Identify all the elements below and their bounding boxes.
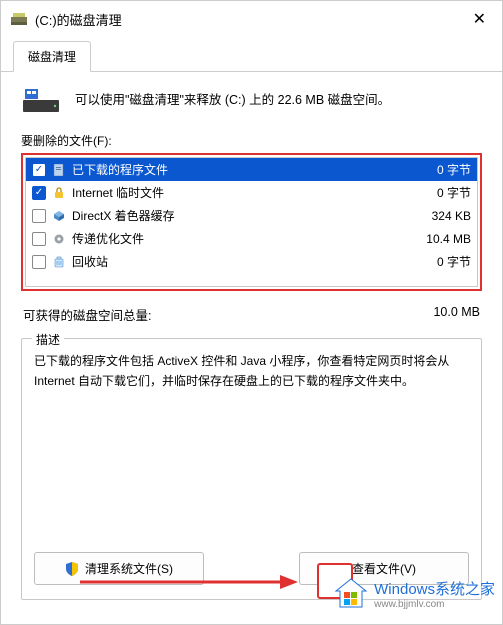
file-list-row[interactable]: DirectX 着色器缓存324 KB <box>26 204 477 227</box>
file-checkbox[interactable]: ✓ <box>32 186 46 200</box>
file-checkbox[interactable] <box>32 255 46 269</box>
dialog-window: (C:)的磁盘清理 ✕ 磁盘清理 可以使用"磁盘清理"来释放 (C:) 上的 2… <box>0 0 503 625</box>
file-list-row[interactable]: 传递优化文件10.4 MB <box>26 227 477 250</box>
info-row: 可以使用"磁盘清理"来释放 (C:) 上的 22.6 MB 磁盘空间。 <box>21 86 482 116</box>
total-row: 可获得的磁盘空间总量: 10.0 MB <box>21 299 482 338</box>
file-list-row[interactable]: ✓ 已下载的程序文件0 字节 <box>26 158 477 181</box>
windows-house-icon <box>334 577 368 611</box>
file-size: 0 字节 <box>411 253 471 270</box>
recycle-icon <box>52 255 66 269</box>
gear-icon <box>52 232 66 246</box>
clean-system-files-label: 清理系统文件(S) <box>85 560 173 577</box>
tab-disk-cleanup[interactable]: 磁盘清理 <box>13 41 91 72</box>
watermark-brand: Windows系统之家 <box>374 581 495 598</box>
file-checkbox[interactable] <box>32 232 46 246</box>
file-checkbox[interactable]: ✓ <box>32 163 46 177</box>
highlight-box: ✓已下载的程序文件0 字节✓Internet 临时文件0 字节DirectX 着… <box>21 153 482 291</box>
info-text: 可以使用"磁盘清理"来释放 (C:) 上的 22.6 MB 磁盘空间。 <box>75 86 390 110</box>
lock-icon <box>52 186 66 200</box>
file-size: 10.4 MB <box>411 232 471 246</box>
total-label: 可获得的磁盘空间总量: <box>23 305 433 324</box>
description-text: 已下载的程序文件包括 ActiveX 控件和 Java 小程序，你查看特定网页时… <box>34 351 469 392</box>
watermark-url: www.bjjmlv.com <box>374 599 495 610</box>
window-title: (C:)的磁盘清理 <box>35 10 467 29</box>
description-legend: 描述 <box>32 331 64 348</box>
file-size: 324 KB <box>411 209 471 223</box>
file-name: Internet 临时文件 <box>72 184 411 201</box>
file-size: 0 字节 <box>411 184 471 201</box>
cube-icon <box>52 209 66 223</box>
titlebar: (C:)的磁盘清理 ✕ <box>1 1 502 37</box>
file-list-row[interactable]: ✓ Internet 临时文件0 字节 <box>26 181 477 204</box>
page-icon <box>52 163 66 177</box>
total-value: 10.0 MB <box>433 305 480 324</box>
tab-strip: 磁盘清理 <box>1 37 502 72</box>
file-checkbox[interactable] <box>32 209 46 223</box>
drive-icon <box>21 86 61 116</box>
close-button[interactable]: ✕ <box>467 9 492 29</box>
watermark: Windows系统之家 www.bjjmlv.com <box>334 577 495 611</box>
files-label: 要删除的文件(F): <box>21 132 482 149</box>
file-list[interactable]: ✓已下载的程序文件0 字节✓Internet 临时文件0 字节DirectX 着… <box>25 157 478 287</box>
file-list-row[interactable]: 回收站0 字节 <box>26 250 477 273</box>
file-name: 已下载的程序文件 <box>72 161 411 178</box>
shield-icon <box>65 562 79 576</box>
view-files-label: 查看文件(V) <box>352 560 416 577</box>
content-area: 可以使用"磁盘清理"来释放 (C:) 上的 22.6 MB 磁盘空间。 要删除的… <box>1 72 502 624</box>
disk-cleanup-icon <box>11 13 27 25</box>
clean-system-files-button[interactable]: 清理系统文件(S) <box>34 552 204 585</box>
file-name: 传递优化文件 <box>72 230 411 247</box>
file-name: DirectX 着色器缓存 <box>72 207 411 224</box>
description-group: 描述 已下载的程序文件包括 ActiveX 控件和 Java 小程序，你查看特定… <box>21 338 482 600</box>
file-name: 回收站 <box>72 253 411 270</box>
file-size: 0 字节 <box>411 161 471 178</box>
